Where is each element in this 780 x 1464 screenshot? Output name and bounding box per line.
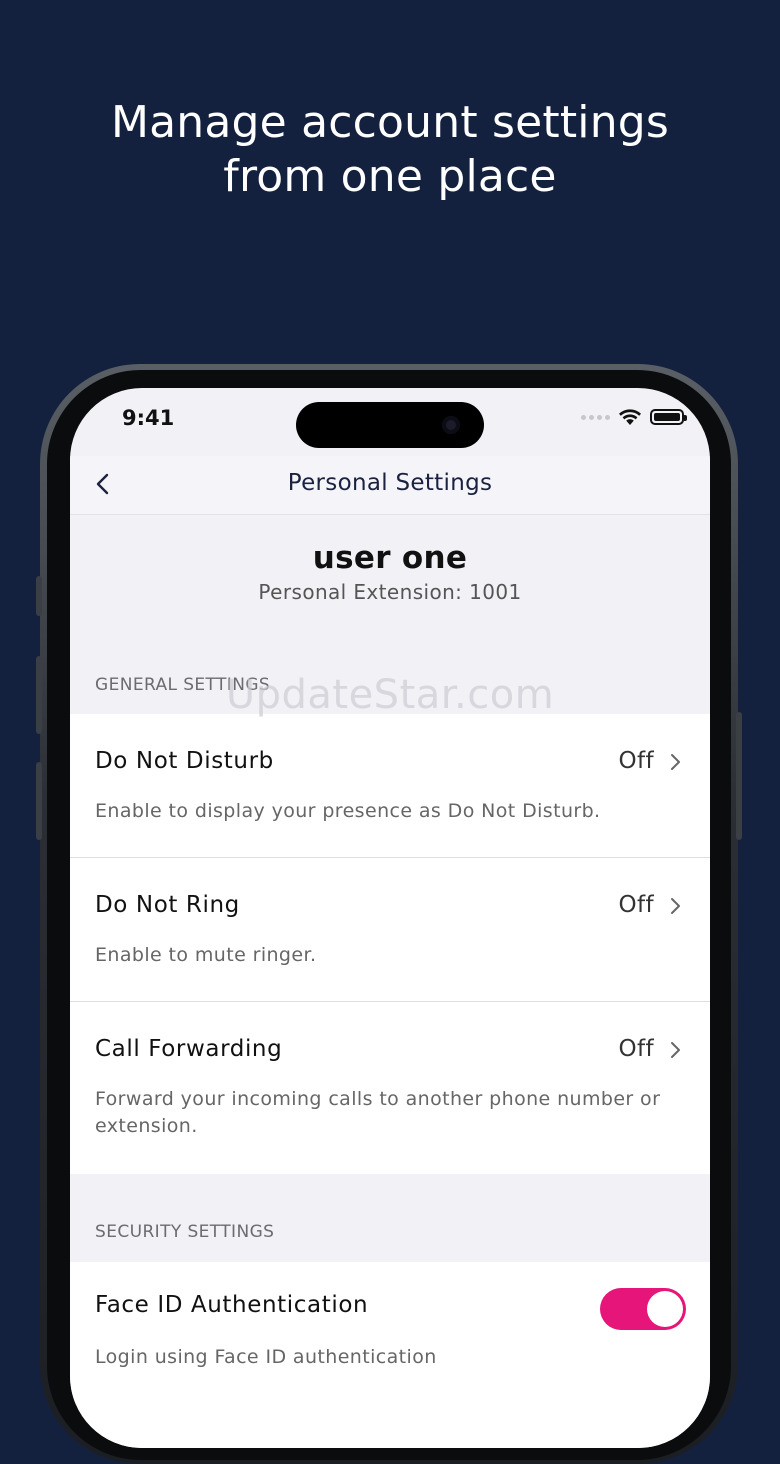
setting-description: Login using Face ID authentication (95, 1346, 437, 1368)
setting-title: Do Not Ring (95, 892, 240, 918)
headline-line-2: from one place (223, 151, 557, 202)
phone-screen: 9:41 Personal Settings user one Personal… (70, 388, 710, 1448)
setting-title: Do Not Disturb (95, 748, 274, 774)
security-settings-label: SECURITY SETTINGS (95, 1222, 275, 1242)
watermark: UpdateStar.com (225, 672, 555, 718)
front-camera-icon (442, 416, 460, 434)
status-time: 9:41 (122, 406, 175, 430)
wifi-icon (619, 409, 641, 425)
cellular-signal-icon (581, 414, 610, 420)
setting-title: Call Forwarding (95, 1036, 283, 1062)
setting-row-call-forwarding[interactable]: Call Forwarding Off Forward your incomin… (70, 1002, 710, 1174)
setting-row-do-not-ring[interactable]: Do Not Ring Off Enable to mute ringer. (70, 858, 710, 1002)
setting-value: Off (618, 748, 654, 774)
setting-row-do-not-disturb[interactable]: Do Not Disturb Off Enable to display you… (70, 714, 710, 858)
setting-description: Enable to display your presence as Do No… (95, 800, 601, 822)
user-name: user one (312, 540, 468, 576)
navigation-bar: Personal Settings (70, 456, 710, 515)
phone-volume-down-button (36, 762, 42, 840)
page-title: Personal Settings (287, 470, 493, 496)
setting-description: Enable to mute ringer. (95, 944, 317, 966)
setting-title: Face ID Authentication (95, 1292, 369, 1318)
status-indicators (581, 408, 687, 426)
face-id-toggle[interactable] (600, 1288, 686, 1330)
chevron-right-icon (671, 754, 680, 770)
chevron-right-icon (671, 898, 680, 914)
headline-line-1: Manage account settings (110, 97, 670, 148)
setting-description: Forward your incoming calls to another p… (95, 1088, 661, 1137)
general-settings-group: Do Not Disturb Off Enable to display you… (70, 714, 710, 1174)
phone-action-button (36, 576, 42, 616)
dynamic-island (296, 402, 484, 448)
chevron-right-icon (671, 1042, 680, 1058)
battery-icon (650, 409, 687, 425)
user-extension: Personal Extension: 1001 (258, 580, 522, 604)
security-settings-group: Face ID Authentication Login using Face … (70, 1262, 710, 1448)
setting-value: Off (618, 1036, 654, 1062)
phone-power-button (736, 712, 742, 840)
setting-row-face-id: Face ID Authentication Login using Face … (70, 1262, 710, 1448)
toggle-knob (647, 1291, 683, 1327)
setting-value: Off (618, 892, 654, 918)
promo-headline: Manage account settings from one place (0, 96, 780, 204)
